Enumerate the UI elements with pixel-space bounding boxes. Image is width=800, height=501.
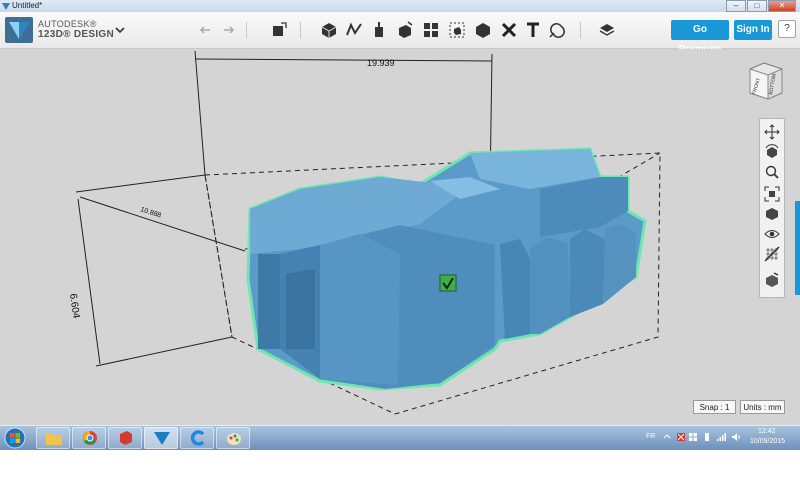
units-status[interactable]: Units : mm xyxy=(740,400,785,414)
123d-icon xyxy=(154,432,170,445)
sign-in-button[interactable]: Sign In xyxy=(734,20,772,40)
measure-icon[interactable] xyxy=(500,21,518,39)
taskbar-123d[interactable] xyxy=(144,427,178,449)
autodesk-logo-icon[interactable] xyxy=(5,17,33,43)
transform-icon[interactable] xyxy=(270,21,288,39)
toolbar-separator xyxy=(580,22,581,38)
material-icon[interactable] xyxy=(598,21,616,39)
brand-line1: AUTODESK® xyxy=(38,19,97,29)
zoom-icon[interactable] xyxy=(763,163,781,181)
view-cube[interactable]: FRONT BOTTOM xyxy=(742,59,786,103)
taskbar: FR 12:42 10/09/2015 xyxy=(0,425,800,450)
pattern-icon[interactable] xyxy=(422,21,440,39)
tray-signal-icon[interactable] xyxy=(716,432,726,442)
toolbar-separator xyxy=(246,22,247,38)
help-button[interactable]: ? xyxy=(778,20,796,38)
snap-status[interactable]: Snap : 1 xyxy=(693,400,736,414)
pan-icon[interactable] xyxy=(763,123,781,141)
tray-network-grid-icon[interactable] xyxy=(688,432,698,442)
3d-viewport[interactable]: 19.939 10.888 6.604 FRONT BOTTOM Snap: … xyxy=(0,49,800,425)
material-preview-icon[interactable] xyxy=(763,271,781,289)
chevron-down-icon[interactable] xyxy=(114,24,126,36)
brand-line2: 123D® DESIGN xyxy=(38,29,114,40)
taskbar-paint[interactable] xyxy=(216,427,250,449)
go-premium-button[interactable]: Go Premium xyxy=(671,20,729,55)
sketch-icon[interactable] xyxy=(345,21,363,39)
app-logo-icon xyxy=(2,3,10,10)
height-dimension[interactable]: 6.604 xyxy=(67,293,81,320)
chrome-icon xyxy=(83,431,97,445)
taskbar-app5[interactable] xyxy=(180,427,214,449)
undo-icon[interactable] xyxy=(196,21,214,39)
blank-area xyxy=(0,450,800,501)
taskbar-chrome[interactable] xyxy=(72,427,106,449)
clock-date[interactable]: 10/09/2015 xyxy=(750,438,785,445)
title-bar: Untitled* – □ ✕ xyxy=(0,0,800,12)
paint-icon xyxy=(227,433,241,445)
modify-icon[interactable] xyxy=(396,21,414,39)
construct-icon[interactable] xyxy=(370,21,388,39)
navigation-panel xyxy=(759,118,785,298)
taskbar-explorer[interactable] xyxy=(36,427,70,449)
side-panel-tab[interactable] xyxy=(795,201,800,295)
tray-expand-icon[interactable] xyxy=(662,432,672,442)
language-indicator[interactable]: FR xyxy=(646,433,655,440)
confirm-checkmark[interactable] xyxy=(439,274,457,292)
text-icon[interactable] xyxy=(524,21,542,39)
maximize-button[interactable]: □ xyxy=(747,0,767,12)
toolbar-separator xyxy=(300,22,301,38)
primitives-icon[interactable] xyxy=(320,21,338,39)
grid-toggle-icon[interactable] xyxy=(763,245,781,263)
c-app-icon xyxy=(190,430,205,446)
close-button[interactable]: ✕ xyxy=(768,0,796,12)
main-toolbar: AUTODESK® 123D® DESIGN Go Premium Sign I… xyxy=(0,12,800,55)
tray-flag-icon[interactable] xyxy=(676,432,686,442)
window-title: Untitled* xyxy=(12,1,43,10)
fit-icon[interactable] xyxy=(763,185,781,203)
sketchup-icon xyxy=(120,431,132,445)
eye-icon[interactable] xyxy=(763,225,781,243)
tray-volume-icon[interactable] xyxy=(731,432,741,442)
combine-icon[interactable] xyxy=(474,21,492,39)
orbit-icon[interactable] xyxy=(763,143,781,161)
tray-device-icon[interactable] xyxy=(702,432,712,442)
folder-icon xyxy=(46,433,62,445)
scene[interactable]: 19.939 10.888 6.604 xyxy=(0,49,800,425)
selected-model[interactable] xyxy=(246,147,647,391)
clock-time[interactable]: 12:42 xyxy=(758,428,776,435)
snap-icon[interactable] xyxy=(548,21,566,39)
view-mode-icon[interactable] xyxy=(763,205,781,223)
taskbar-sketchup[interactable] xyxy=(108,427,142,449)
redo-icon[interactable] xyxy=(220,21,238,39)
width-dimension[interactable]: 19.939 xyxy=(367,58,395,68)
windows-start-icon[interactable] xyxy=(3,427,27,449)
grouping-icon[interactable] xyxy=(448,21,466,39)
minimize-button[interactable]: – xyxy=(726,0,746,12)
